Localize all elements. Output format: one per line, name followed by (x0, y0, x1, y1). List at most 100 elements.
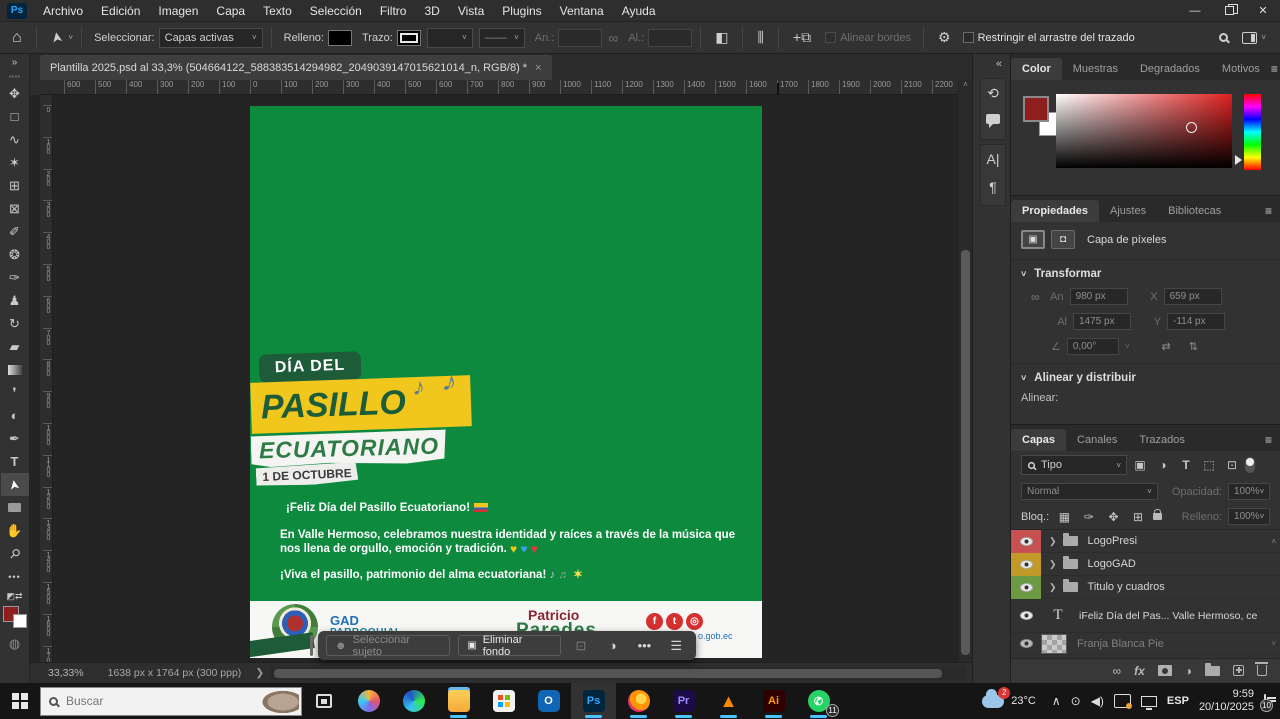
layer-row-logogad[interactable]: ❯ LogoGAD (1011, 553, 1280, 576)
language-indicator[interactable]: ESP (1167, 695, 1189, 707)
foreground-color-swatch-panel[interactable] (1023, 96, 1049, 122)
layer-filter-dropdown[interactable]: Tipo ˅ (1021, 455, 1127, 475)
volume-icon[interactable]: ◀) (1091, 694, 1104, 708)
menu-item[interactable]: Ayuda (613, 0, 665, 22)
zoom-level-field[interactable]: 33,33% (30, 667, 94, 679)
mask-thumbnail-icon[interactable]: ◘ (1051, 230, 1075, 249)
layer-row-franja[interactable]: Franja Blanca Pie ˅ (1011, 633, 1280, 655)
width-input[interactable] (558, 29, 602, 47)
tab-muestras[interactable]: Muestras (1062, 58, 1129, 80)
gear-icon[interactable]: ⚙ (932, 29, 957, 46)
tab-motivos[interactable]: Motivos (1211, 58, 1271, 80)
pixel-layer-icon[interactable]: ▣ (1021, 230, 1045, 249)
edge-app-icon[interactable] (391, 683, 436, 719)
path-operations-icon[interactable]: ◧ (709, 29, 734, 46)
visibility-eye-icon[interactable] (1020, 583, 1033, 592)
canvas-poster[interactable]: DÍA DEL PASILLO ♪ ♪ ECUATORIANO 1 DE OCT… (250, 106, 762, 658)
h-value-field[interactable]: 1475 px (1073, 313, 1131, 330)
notification-center[interactable]: 10 (1264, 695, 1266, 707)
properties-sliders-icon[interactable]: ☰ (664, 638, 688, 654)
premiere-app-icon[interactable]: Pr (661, 683, 706, 719)
eyedropper-tool-icon[interactable]: ✐ (1, 220, 29, 243)
menu-item[interactable]: Archivo (34, 0, 92, 22)
angle-field[interactable]: 0,00° (1067, 338, 1119, 355)
lock-transparency-icon[interactable]: ▦ (1055, 510, 1074, 524)
quick-selection-tool-icon[interactable]: ✶ (1, 151, 29, 174)
group-expand-icon[interactable]: ❯ (1049, 536, 1057, 547)
whatsapp-app-icon[interactable]: ✆ 11 (796, 683, 841, 719)
input-indicator-icon[interactable] (1114, 694, 1131, 708)
visibility-eye-icon[interactable] (1020, 537, 1033, 546)
lasso-tool-icon[interactable]: ∿ (1, 128, 29, 151)
type-tool-icon[interactable]: T (1, 450, 29, 473)
fill-swatch[interactable] (328, 30, 352, 46)
paragraph-panel-icon[interactable]: ¶ (989, 179, 997, 195)
color-gradient-field[interactable] (1056, 94, 1232, 168)
blur-tool-icon[interactable]: ❜ (1, 381, 29, 404)
blend-mode-dropdown[interactable]: Normal˅ (1021, 483, 1158, 500)
height-input[interactable] (648, 29, 692, 47)
character-panel-icon[interactable]: A| (987, 151, 1000, 167)
menu-item[interactable]: Filtro (371, 0, 416, 22)
more-tools-icon[interactable]: ••• (1, 565, 29, 588)
tab-propiedades[interactable]: Propiedades (1011, 200, 1099, 222)
lock-position-icon[interactable]: ✥ (1104, 510, 1123, 524)
document-tab[interactable]: Plantilla 2025.psd al 33,3% (504664122_5… (40, 55, 552, 80)
filter-type-layers-icon[interactable]: T (1176, 458, 1196, 472)
history-panel-icon[interactable]: ⟲ (987, 85, 999, 102)
layer-row-titulo[interactable]: ❯ Titulo y cuadros (1011, 576, 1280, 599)
align-section-header[interactable]: ˅ Alinear y distribuir (1011, 364, 1280, 388)
flip-vertical-icon[interactable]: ⇅ (1189, 340, 1198, 353)
tray-app-icon[interactable]: ⊙ (1071, 694, 1081, 708)
path-alignment-icon[interactable]: ⫼ (751, 29, 769, 46)
hue-slider-icon[interactable] (1235, 155, 1247, 165)
tab-ajustes[interactable]: Ajustes (1099, 200, 1157, 222)
foreground-color-swatch[interactable] (3, 606, 27, 628)
scroll-down-icon[interactable]: ˅ (1271, 639, 1276, 648)
tab-capas[interactable]: Capas (1011, 429, 1066, 451)
shape-tool-icon[interactable] (1, 496, 29, 519)
layer-row-text[interactable]: T iFeliz Día del Pas... Valle Hermoso, c… (1011, 599, 1280, 633)
taskbar-grip[interactable] (310, 635, 313, 656)
task-view-icon[interactable] (316, 694, 332, 708)
w-value-field[interactable]: 980 px (1070, 288, 1128, 305)
link-layers-icon[interactable]: ∞ (1113, 664, 1122, 678)
vertical-scrollbar-thumb[interactable] (961, 250, 970, 655)
y-value-field[interactable]: -114 px (1167, 313, 1225, 330)
collapse-tools-icon[interactable]: » (1, 54, 29, 70)
stroke-width-dropdown[interactable]: ˅ (427, 28, 473, 48)
remove-background-button[interactable]: ▣ Eliminar fondo (458, 635, 561, 656)
frame-tool-icon[interactable]: ⊠ (1, 197, 29, 220)
hand-tool-icon[interactable]: ✋ (1, 519, 29, 542)
history-brush-tool-icon[interactable]: ↻ (1, 312, 29, 335)
tab-color[interactable]: Color (1011, 58, 1062, 80)
close-button[interactable]: ✕ (1246, 0, 1280, 22)
workspace-icon[interactable] (1242, 32, 1257, 44)
add-mask-icon[interactable] (1158, 665, 1172, 676)
search-icon[interactable] (1219, 33, 1228, 42)
group-expand-icon[interactable]: ❯ (1049, 582, 1057, 593)
copilot-app-icon[interactable] (346, 683, 391, 719)
flip-horizontal-icon[interactable]: ⇄ (1162, 340, 1171, 353)
menu-item[interactable]: Edición (92, 0, 149, 22)
vertical-ruler[interactable]: 0100200300400500600700800900100011001200… (40, 95, 53, 662)
vertical-scrollbar[interactable]: ˄ (959, 80, 972, 662)
select-subject-button[interactable]: ☻ Seleccionar sujeto (326, 635, 450, 656)
menu-item[interactable]: Capa (207, 0, 254, 22)
filter-shape-layers-icon[interactable]: ⬚ (1199, 458, 1219, 472)
layer-style-fx-icon[interactable]: fx (1134, 664, 1145, 678)
home-icon[interactable]: ⌂ (6, 29, 28, 47)
constrain-path-checkbox[interactable] (963, 32, 974, 43)
transform-icon[interactable]: ⊡ (569, 638, 593, 654)
dodge-tool-icon[interactable]: ◐ (1, 404, 29, 427)
photoshop-app-icon[interactable]: Ps (571, 683, 616, 719)
tools-grip[interactable]: ▪▪▪▪ (1, 70, 29, 82)
visibility-eye-icon[interactable] (1020, 639, 1033, 648)
horizontal-ruler[interactable]: 6005004003002001000100200300400500600700… (40, 80, 958, 95)
marquee-tool-icon[interactable]: □ (1, 105, 29, 128)
crop-tool-icon[interactable]: ⊞ (1, 174, 29, 197)
tab-degradados[interactable]: Degradados (1129, 58, 1211, 80)
clock[interactable]: 9:59 20/10/2025 (1199, 688, 1254, 714)
minimize-button[interactable]: — (1178, 0, 1212, 22)
lock-artboard-icon[interactable]: ⊞ (1129, 510, 1148, 524)
